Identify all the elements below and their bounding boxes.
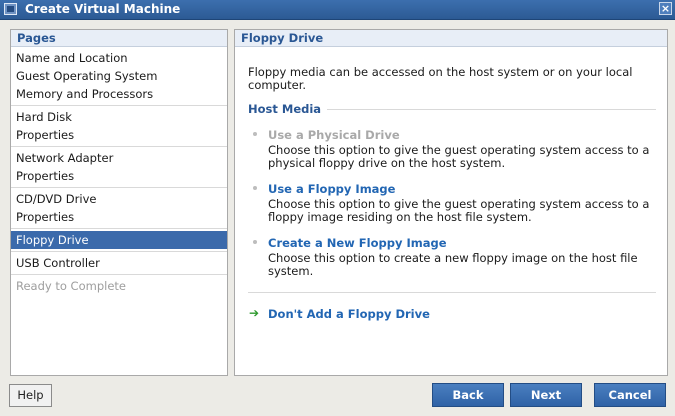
- option-floppy-image[interactable]: Use a Floppy Image Choose this option to…: [248, 182, 656, 224]
- content-panel: Floppy Drive Floppy media can be accesse…: [234, 29, 668, 376]
- content-body: Floppy media can be accessed on the host…: [248, 66, 656, 321]
- page-item-ready-to-complete: Ready to Complete: [16, 279, 126, 293]
- option-physical-drive: Use a Physical Drive Choose this option …: [248, 128, 656, 170]
- page-item-network-properties[interactable]: Properties: [11, 167, 227, 185]
- intro-text: Floppy media can be accessed on the host…: [248, 65, 633, 92]
- page-item-name-location[interactable]: Name and Location: [11, 49, 227, 67]
- bullet-icon: [253, 186, 257, 190]
- page-item-hard-disk-properties[interactable]: Properties: [11, 126, 227, 144]
- arrow-right-icon: ➔: [249, 306, 260, 320]
- dont-add-label[interactable]: Don't Add a Floppy Drive: [268, 307, 430, 321]
- host-media-section: Host Media: [248, 102, 656, 116]
- page-group-cd-dvd: CD/DVD Drive Properties: [11, 188, 227, 229]
- option-label[interactable]: Create a New Floppy Image: [268, 236, 656, 250]
- page-item-cd-dvd-properties[interactable]: Properties: [11, 208, 227, 226]
- content-header: Floppy Drive: [235, 30, 667, 47]
- bullet-icon: [253, 240, 257, 244]
- section-divider: [327, 108, 656, 110]
- option-label: Use a Physical Drive: [268, 128, 400, 142]
- page-item-floppy-drive[interactable]: Floppy Drive: [11, 231, 227, 249]
- close-icon[interactable]: ×: [659, 2, 672, 15]
- window-app-icon: [4, 3, 17, 15]
- page-group-ready: Ready to Complete: [11, 275, 227, 297]
- page-item-network-adapter[interactable]: Network Adapter: [11, 149, 227, 167]
- page-group-general: Name and Location Guest Operating System…: [11, 47, 227, 106]
- page-group-network: Network Adapter Properties: [11, 147, 227, 188]
- bullet-icon: [253, 132, 257, 136]
- title-bar: Create Virtual Machine ×: [0, 0, 675, 20]
- dont-add-floppy-link[interactable]: ➔ Don't Add a Floppy Drive: [248, 306, 656, 321]
- option-description: Choose this option to give the guest ope…: [268, 197, 650, 224]
- help-button[interactable]: Help: [9, 384, 52, 407]
- page-group-usb: USB Controller: [11, 252, 227, 275]
- page-item-guest-os[interactable]: Guest Operating System: [11, 67, 227, 85]
- page-item-cd-dvd-drive[interactable]: CD/DVD Drive: [11, 190, 227, 208]
- cancel-button[interactable]: Cancel: [594, 383, 666, 407]
- page-group-hard-disk: Hard Disk Properties: [11, 106, 227, 147]
- window-title: Create Virtual Machine: [25, 2, 181, 16]
- page-group-floppy: Floppy Drive: [11, 229, 227, 252]
- option-description: Choose this option to give the guest ope…: [268, 143, 650, 170]
- options-divider: [248, 292, 656, 293]
- back-button[interactable]: Back: [432, 383, 504, 407]
- option-label[interactable]: Use a Floppy Image: [268, 182, 656, 196]
- page-item-memory-processors[interactable]: Memory and Processors: [11, 85, 227, 103]
- pages-header: Pages: [11, 30, 227, 47]
- option-description: Choose this option to create a new flopp…: [268, 251, 638, 278]
- section-title: Host Media: [248, 102, 322, 116]
- pages-panel: Pages Name and Location Guest Operating …: [10, 29, 228, 376]
- option-new-floppy-image[interactable]: Create a New Floppy Image Choose this op…: [248, 236, 656, 278]
- page-item-hard-disk[interactable]: Hard Disk: [11, 108, 227, 126]
- next-button[interactable]: Next: [510, 383, 582, 407]
- page-item-usb-controller[interactable]: USB Controller: [11, 254, 227, 272]
